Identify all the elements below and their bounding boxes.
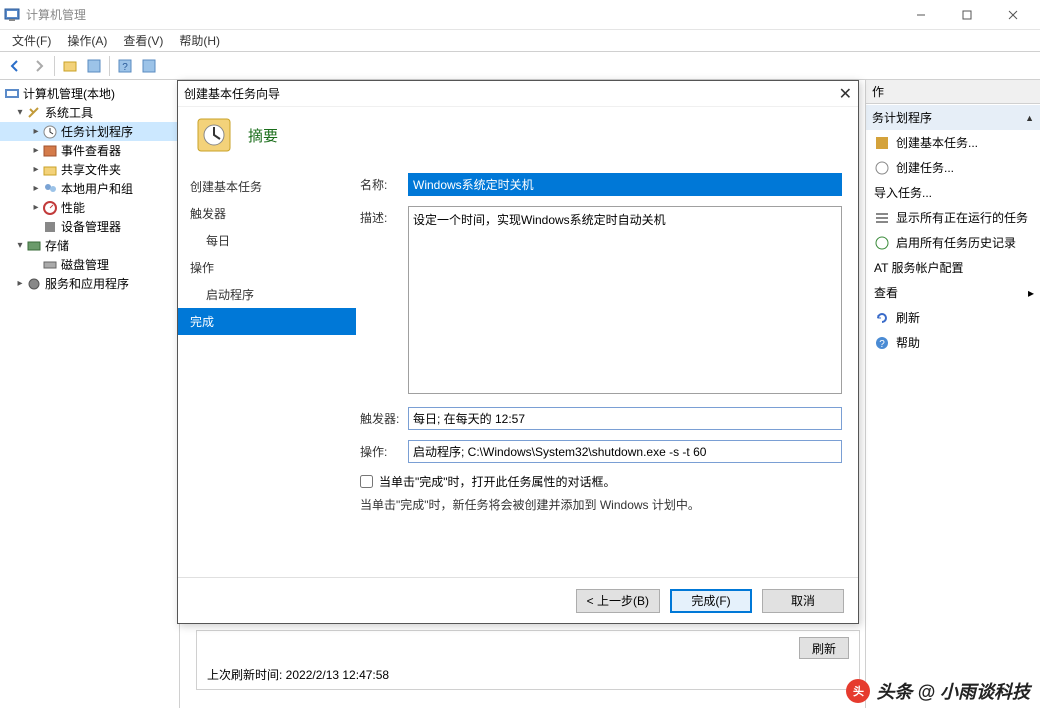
label-action: 操作: — [360, 440, 408, 460]
desc-textarea[interactable]: 设定一个时间，实现Windows系统定时自动关机 — [408, 206, 842, 394]
label-name: 名称: — [360, 173, 408, 193]
action-help[interactable]: ?帮助 — [866, 330, 1040, 355]
app-icon — [4, 7, 20, 23]
step-start-program[interactable]: 启动程序 — [178, 281, 356, 308]
label-trigger: 触发器: — [360, 407, 408, 427]
task-icon — [874, 160, 890, 176]
action-create-basic[interactable]: 创建基本任务... — [866, 130, 1040, 155]
help-button[interactable]: ? — [114, 55, 136, 77]
tree-shared-folders[interactable]: ▸共享文件夹 — [0, 160, 179, 179]
name-input[interactable] — [408, 173, 842, 196]
clock-icon — [42, 124, 58, 140]
tools-icon — [26, 105, 42, 121]
tree-local-users[interactable]: ▸本地用户和组 — [0, 179, 179, 198]
step-create-basic[interactable]: 创建基本任务 — [178, 173, 356, 200]
tree-task-scheduler[interactable]: ▸任务计划程序 — [0, 122, 179, 141]
menu-view[interactable]: 查看(V) — [115, 30, 171, 51]
tree-root[interactable]: 计算机管理(本地) — [0, 84, 179, 103]
menu-action[interactable]: 操作(A) — [59, 30, 115, 51]
tree-device-manager[interactable]: ▸设备管理器 — [0, 217, 179, 236]
tree-panel: 计算机管理(本地) ▾系统工具 ▸任务计划程序 ▸事件查看器 ▸共享文件夹 ▸本… — [0, 80, 180, 708]
wizard-content: 名称: 描述: 设定一个时间，实现Windows系统定时自动关机 触发器: 操作… — [356, 163, 858, 577]
step-daily[interactable]: 每日 — [178, 227, 356, 254]
status-panel: 刷新 上次刷新时间: 2022/2/13 12:47:58 — [196, 630, 860, 690]
share-icon — [42, 162, 58, 178]
wizard-heading: 摘要 — [248, 125, 278, 146]
close-button[interactable] — [990, 0, 1036, 30]
menu-file[interactable]: 文件(F) — [4, 30, 59, 51]
wizard-titlebar: 创建基本任务向导 ✕ — [178, 81, 858, 107]
wizard-title-text: 创建基本任务向导 — [184, 85, 822, 102]
action-create-task[interactable]: 创建任务... — [866, 155, 1040, 180]
view-button[interactable] — [83, 55, 105, 77]
tree-event-viewer[interactable]: ▸事件查看器 — [0, 141, 179, 160]
svg-text:?: ? — [879, 339, 885, 350]
action-show-running[interactable]: 显示所有正在运行的任务 — [866, 205, 1040, 230]
tree-storage[interactable]: ▾存储 — [0, 236, 179, 255]
open-props-checkbox[interactable] — [360, 475, 373, 488]
list-icon — [874, 210, 890, 226]
step-finish[interactable]: 完成 — [178, 308, 356, 335]
history-icon — [874, 235, 890, 251]
menu-help[interactable]: 帮助(H) — [171, 30, 228, 51]
back-button[interactable]: < 上一步(B) — [576, 589, 660, 613]
toolbar: ? — [0, 52, 1040, 80]
checkbox-label: 当单击"完成"时，打开此任务属性的对话框。 — [379, 473, 616, 490]
wizard-footer: < 上一步(B) 完成(F) 取消 — [178, 577, 858, 623]
action-import-task[interactable]: 导入任务... — [866, 180, 1040, 205]
event-icon — [42, 143, 58, 159]
wizard-header: 摘要 — [178, 107, 858, 163]
disk-icon — [42, 257, 58, 273]
step-trigger[interactable]: 触发器 — [178, 200, 356, 227]
actions-panel: 作 务计划程序▲ 创建基本任务... 创建任务... 导入任务... 显示所有正… — [865, 80, 1040, 708]
minimize-button[interactable] — [898, 0, 944, 30]
cancel-button[interactable]: 取消 — [762, 589, 844, 613]
wizard-note: 当单击"完成"时，新任务将会被创建并添加到 Windows 计划中。 — [360, 496, 842, 513]
actions-group-title[interactable]: 务计划程序▲ — [866, 104, 1040, 130]
label-desc: 描述: — [360, 206, 408, 226]
tree-services[interactable]: ▸服务和应用程序 — [0, 274, 179, 293]
step-operation[interactable]: 操作 — [178, 254, 356, 281]
watermark-logo-icon: 头 — [846, 679, 870, 703]
services-icon — [26, 276, 42, 292]
chevron-right-icon: ▸ — [1028, 286, 1034, 300]
wizard-close-button[interactable]: ✕ — [822, 84, 852, 104]
menubar: 文件(F) 操作(A) 查看(V) 帮助(H) — [0, 30, 1040, 52]
props-button[interactable] — [138, 55, 160, 77]
titlebar: 计算机管理 — [0, 0, 1040, 30]
up-button[interactable] — [59, 55, 81, 77]
refresh-button[interactable]: 刷新 — [799, 637, 849, 659]
window-title: 计算机管理 — [26, 6, 898, 23]
collapse-icon: ▲ — [1025, 113, 1034, 123]
back-button[interactable] — [4, 55, 26, 77]
actions-header: 作 — [866, 80, 1040, 104]
perf-icon — [42, 200, 58, 216]
action-enable-history[interactable]: 启用所有任务历史记录 — [866, 230, 1040, 255]
wizard-nav: 创建基本任务 触发器 每日 操作 启动程序 完成 — [178, 163, 356, 577]
tree-disk-mgmt[interactable]: ▸磁盘管理 — [0, 255, 179, 274]
storage-icon — [26, 238, 42, 254]
wizard-icon — [874, 135, 890, 151]
summary-icon — [194, 115, 234, 155]
computer-icon — [4, 86, 20, 102]
maximize-button[interactable] — [944, 0, 990, 30]
device-icon — [42, 219, 58, 235]
watermark: 头 头条 @ 小雨谈科技 — [846, 678, 1030, 704]
action-refresh[interactable]: 刷新 — [866, 305, 1040, 330]
trigger-input — [408, 407, 842, 430]
tree-performance[interactable]: ▸性能 — [0, 198, 179, 217]
finish-button[interactable]: 完成(F) — [670, 589, 752, 613]
help-icon: ? — [874, 335, 890, 351]
action-input — [408, 440, 842, 463]
action-at-service[interactable]: AT 服务帐户配置 — [866, 255, 1040, 280]
forward-button[interactable] — [28, 55, 50, 77]
wizard-dialog: 创建基本任务向导 ✕ 摘要 创建基本任务 触发器 每日 操作 启动程序 完成 名… — [177, 80, 859, 624]
users-icon — [42, 181, 58, 197]
refresh-icon — [874, 310, 890, 326]
svg-text:?: ? — [122, 62, 128, 73]
action-view[interactable]: 查看▸ — [866, 280, 1040, 305]
last-refresh-label: 上次刷新时间: 2022/2/13 12:47:58 — [207, 666, 849, 683]
tree-systools[interactable]: ▾系统工具 — [0, 103, 179, 122]
